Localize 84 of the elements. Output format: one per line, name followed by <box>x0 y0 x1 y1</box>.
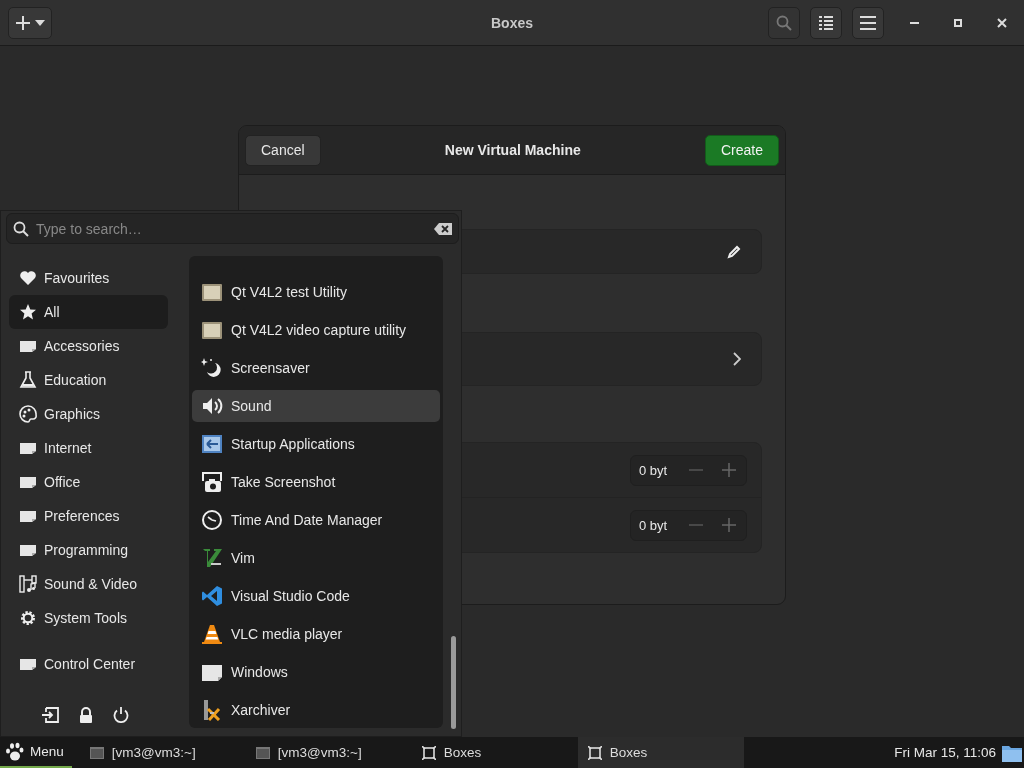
star-icon <box>19 303 37 321</box>
app-item[interactable]: Vim <box>192 542 440 574</box>
menu-launcher[interactable]: Menu <box>0 737 72 768</box>
add-button[interactable] <box>8 6 52 39</box>
app-item[interactable]: Windows <box>192 656 440 688</box>
taskbar-button[interactable]: [vm3@vm3:~] <box>245 737 404 768</box>
gear-icon <box>19 609 37 627</box>
logout-icon[interactable] <box>41 707 59 723</box>
boxes-icon <box>421 745 436 760</box>
menu-icon <box>860 15 876 30</box>
category-item[interactable]: Internet <box>9 431 168 465</box>
app-item[interactable]: Visual Studio Code <box>192 580 440 612</box>
moon-stars-icon <box>201 357 223 379</box>
palette-icon <box>19 405 37 423</box>
app-item[interactable]: Sound <box>192 390 440 422</box>
film-music-icon <box>19 575 37 593</box>
scrollbar[interactable] <box>451 636 456 729</box>
plus-icon <box>722 463 737 477</box>
window-title: Boxes <box>491 14 533 31</box>
app-item[interactable]: Take Screenshot <box>192 466 440 498</box>
close-icon <box>997 17 1007 28</box>
app-item[interactable]: Qt V4L2 video capture utility <box>192 314 440 346</box>
caret-icon <box>35 19 45 26</box>
category-item[interactable]: Control Center <box>9 647 168 681</box>
terminal-icon <box>89 745 104 760</box>
list-view-button[interactable] <box>810 6 842 39</box>
category-item[interactable]: All <box>9 295 168 329</box>
minimize-icon <box>909 21 919 24</box>
search-icon <box>776 14 792 31</box>
minus-icon <box>688 469 703 471</box>
create-button[interactable]: Create <box>704 134 779 166</box>
arrow-panel-icon <box>201 433 223 455</box>
category-item[interactable]: Office <box>9 465 168 499</box>
clear-icon[interactable] <box>434 223 452 235</box>
window-icon <box>201 319 223 341</box>
maximize-icon <box>954 18 962 27</box>
vim-icon <box>201 547 223 569</box>
pencil-icon <box>727 244 741 259</box>
traffic-cone-icon <box>201 623 223 645</box>
spin-value: 0 byt <box>638 462 669 478</box>
category-item[interactable]: Accessories <box>9 329 168 363</box>
search-button[interactable] <box>768 6 800 39</box>
taskbar-button[interactable]: Boxes <box>411 737 570 768</box>
category-item[interactable]: Graphics <box>9 397 168 431</box>
spin-value: 0 byt <box>638 517 669 533</box>
category-item[interactable]: System Tools <box>9 601 168 635</box>
lock-icon[interactable] <box>79 707 93 723</box>
app-item[interactable]: Qt V4L2 test Utility <box>192 276 440 308</box>
heart-icon <box>19 269 37 287</box>
app-item[interactable]: Xarchiver <box>192 694 440 726</box>
folder-icon <box>1002 743 1022 762</box>
menu-button[interactable] <box>852 6 884 39</box>
cancel-button[interactable]: Cancel <box>245 134 321 166</box>
app-item[interactable]: VLC media player <box>192 618 440 650</box>
terminal-icon <box>255 745 270 760</box>
search-icon <box>13 221 29 237</box>
plus-icon <box>15 14 31 31</box>
list-icon <box>818 14 834 31</box>
category-item[interactable]: Programming <box>9 533 168 567</box>
app-item[interactable]: Time And Date Manager <box>192 504 440 536</box>
dialog-title: New Virtual Machine <box>444 142 581 158</box>
window-icon <box>201 281 223 303</box>
category-item[interactable]: Education <box>9 363 168 397</box>
minus-icon <box>688 524 703 526</box>
taskbar-button[interactable]: Boxes <box>577 737 744 768</box>
flask-icon <box>19 371 37 389</box>
clock-text: Fri Mar 15, 11:06 <box>894 745 996 760</box>
app-item[interactable]: Startup Applications <box>192 428 440 460</box>
chevron-icon <box>733 352 741 366</box>
code-icon <box>201 585 223 607</box>
category-item[interactable]: Sound & Video <box>9 567 168 601</box>
search-field[interactable]: Type to search… <box>6 213 459 244</box>
archive-icon <box>201 699 223 721</box>
taskbar-button[interactable]: [vm3@vm3:~] <box>79 737 238 768</box>
speaker-icon <box>201 395 223 417</box>
category-item[interactable]: Preferences <box>9 499 168 533</box>
app-item[interactable]: Screensaver <box>192 352 440 384</box>
clock-icon <box>201 509 223 531</box>
camera-icon <box>201 471 223 493</box>
category-item[interactable]: Favourites <box>9 261 168 295</box>
paw-icon <box>4 741 24 762</box>
plus-icon <box>722 518 737 532</box>
boxes-icon <box>587 745 602 760</box>
power-icon[interactable] <box>113 707 129 723</box>
